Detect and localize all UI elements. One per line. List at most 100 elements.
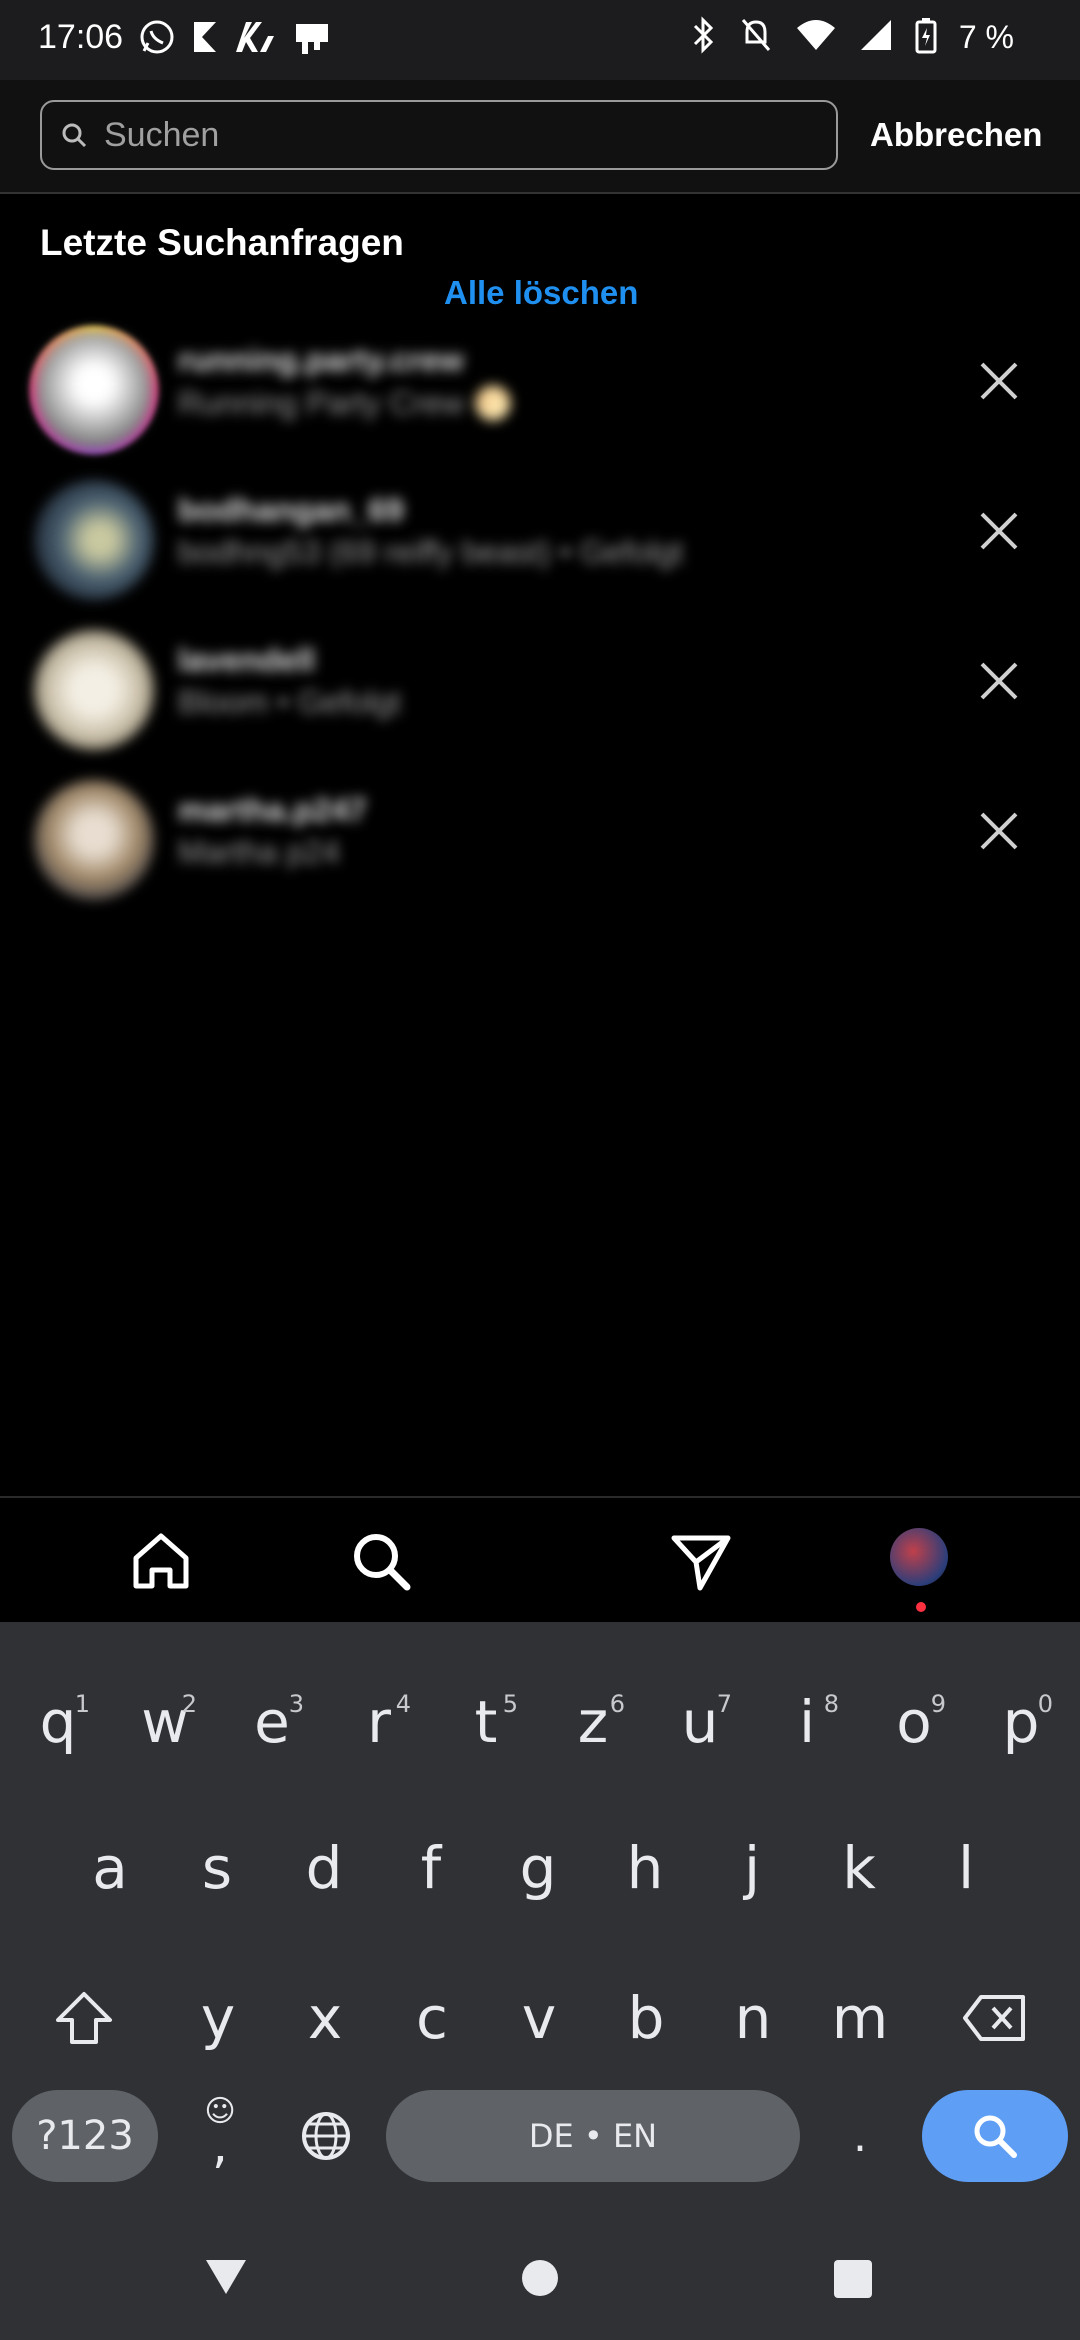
status-left-icons xyxy=(138,18,332,61)
bluetooth-icon xyxy=(689,16,717,59)
key-r[interactable]: r4 xyxy=(329,1662,429,1782)
nav-home-button[interactable] xyxy=(126,1526,196,1596)
globe-icon xyxy=(302,2112,350,2160)
numbers-key[interactable]: ?123 xyxy=(12,2090,158,2182)
close-icon xyxy=(980,362,1018,400)
key-d[interactable]: d xyxy=(274,1808,374,1928)
key-k[interactable]: k xyxy=(809,1808,909,1928)
key-y[interactable]: y xyxy=(168,1958,268,2078)
item-username: martha.p247 xyxy=(178,792,367,828)
list-item[interactable]: running.party.crew Running Party Crew 🌕 xyxy=(0,320,1080,470)
search-field[interactable] xyxy=(40,100,838,170)
key-e[interactable]: e3 xyxy=(222,1662,322,1782)
key-hint: 9 xyxy=(930,1690,946,1718)
close-icon xyxy=(980,512,1018,550)
key-c[interactable]: c xyxy=(382,1958,482,2078)
notification-dot xyxy=(916,1602,926,1612)
status-bar: 17:06 7 % xyxy=(0,0,1080,80)
key-w[interactable]: w2 xyxy=(115,1662,215,1782)
backspace-key[interactable] xyxy=(944,1958,1044,2078)
key-hint: 3 xyxy=(288,1690,304,1718)
key-n[interactable]: n xyxy=(703,1958,803,2078)
item-username: bodhangan_69 xyxy=(178,492,404,528)
key-label: z xyxy=(577,1688,609,1756)
key-u[interactable]: u7 xyxy=(650,1662,750,1782)
key-l[interactable]: l xyxy=(916,1808,1016,1928)
nav-direct-button[interactable] xyxy=(666,1526,736,1596)
direct-messages-icon xyxy=(671,1535,731,1591)
key-hint: 5 xyxy=(502,1690,518,1718)
key-hint: 0 xyxy=(1037,1690,1053,1718)
key-s[interactable]: s xyxy=(167,1808,267,1928)
space-key[interactable]: DE • EN xyxy=(386,2090,800,2182)
emoji-comma-key[interactable]: ☺ , xyxy=(170,2072,270,2202)
key-m[interactable]: m xyxy=(810,1958,910,2078)
key-label: t xyxy=(474,1688,498,1756)
key-v[interactable]: v xyxy=(489,1958,589,2078)
search-icon xyxy=(60,121,88,149)
key-b[interactable]: b xyxy=(596,1958,696,2078)
remove-item-button[interactable] xyxy=(976,508,1022,554)
key-label: r xyxy=(367,1688,391,1756)
home-icon xyxy=(133,1533,189,1589)
item-subtitle: Martha p24 xyxy=(178,834,340,870)
close-icon xyxy=(980,812,1018,850)
key-p[interactable]: p0 xyxy=(971,1662,1071,1782)
nav-search-button[interactable] xyxy=(346,1526,416,1596)
k-app-icon xyxy=(190,18,220,61)
whatsapp-icon xyxy=(138,18,176,61)
battery-charging-icon xyxy=(915,16,937,59)
key-a[interactable]: a xyxy=(60,1808,160,1928)
remove-item-button[interactable] xyxy=(976,358,1022,404)
key-j[interactable]: j xyxy=(702,1808,802,1928)
home-circle-icon[interactable] xyxy=(522,2260,558,2296)
remove-item-button[interactable] xyxy=(976,808,1022,854)
key-t[interactable]: t5 xyxy=(436,1662,536,1782)
clear-all-button[interactable]: Alle löschen xyxy=(444,274,638,312)
key-i[interactable]: i8 xyxy=(757,1662,857,1782)
key-label: u xyxy=(681,1688,719,1756)
status-time: 17:06 xyxy=(38,18,124,56)
remove-item-button[interactable] xyxy=(976,658,1022,704)
search-action-key[interactable] xyxy=(922,2090,1068,2182)
shift-key[interactable] xyxy=(34,1958,134,2078)
recent-searches-title: Letzte Suchanfragen xyxy=(40,222,404,263)
avatar xyxy=(34,330,154,450)
comma-label: , xyxy=(212,2116,228,2174)
key-hint: 6 xyxy=(609,1690,625,1718)
key-o[interactable]: o9 xyxy=(864,1662,964,1782)
key-hint: 7 xyxy=(716,1690,732,1718)
list-item[interactable]: lavendell Bloom • Gefolgt xyxy=(0,620,1080,770)
search-input[interactable] xyxy=(102,114,806,156)
notifications-off-icon xyxy=(739,16,773,59)
key-label: o xyxy=(896,1688,932,1756)
recents-icon[interactable] xyxy=(834,2260,872,2298)
shift-icon xyxy=(56,1992,112,2044)
key-q[interactable]: q1 xyxy=(8,1662,108,1782)
system-navigation-bar xyxy=(0,2220,1080,2340)
cancel-button[interactable]: Abbrechen xyxy=(870,116,1042,154)
item-subtitle: Running Party Crew 🌕 xyxy=(178,385,514,421)
key-h[interactable]: h xyxy=(595,1808,695,1928)
list-item[interactable]: martha.p247 Martha p24 xyxy=(0,770,1080,920)
backspace-icon xyxy=(963,1995,1025,2041)
profile-avatar[interactable] xyxy=(890,1528,948,1586)
battery-percent: 7 % xyxy=(958,19,1014,55)
key-g[interactable]: g xyxy=(488,1808,588,1928)
key-z[interactable]: z6 xyxy=(543,1662,643,1782)
item-subtitle: Bloom • Gefolgt xyxy=(178,684,401,720)
recent-searches-list: running.party.crew Running Party Crew 🌕 … xyxy=(0,320,1080,920)
key-hint: 2 xyxy=(181,1690,197,1718)
key-f[interactable]: f xyxy=(381,1808,481,1928)
list-item[interactable]: bodhangan_69 bodhng53 (69 reiffy beast) … xyxy=(0,470,1080,620)
back-button[interactable] xyxy=(204,2258,248,2301)
key-x[interactable]: x xyxy=(275,1958,375,2078)
status-right-icons: 7 % xyxy=(689,16,1014,59)
key-hint: 1 xyxy=(74,1690,90,1718)
period-key[interactable]: . xyxy=(810,2090,910,2182)
key-label: i xyxy=(798,1688,816,1756)
key-label: p xyxy=(1002,1688,1040,1756)
bottom-navigation xyxy=(0,1496,1080,1624)
kr-app-icon xyxy=(234,18,278,61)
language-key[interactable] xyxy=(276,2090,376,2182)
